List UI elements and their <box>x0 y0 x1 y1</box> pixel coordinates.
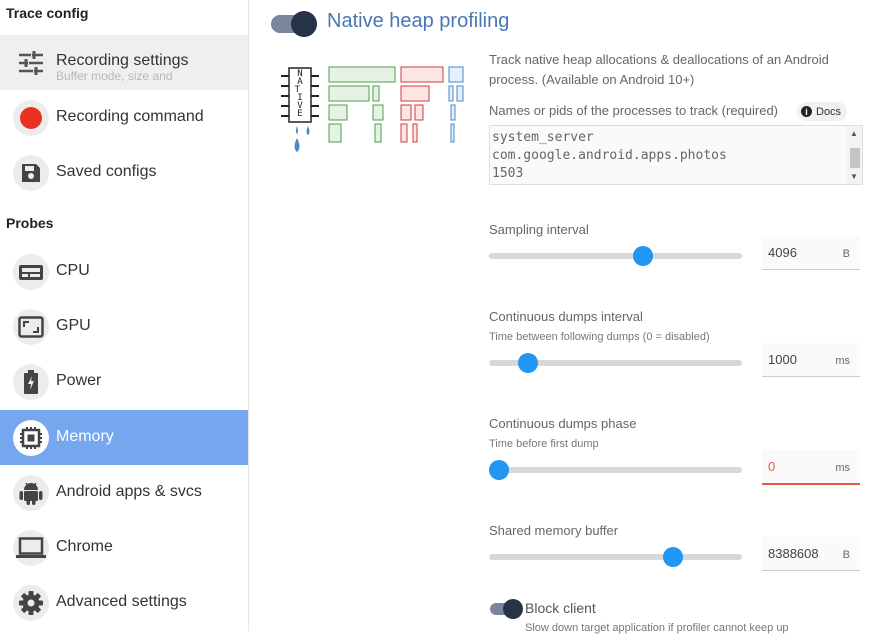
cpu-icon <box>13 254 49 290</box>
sidebar-item-label: Saved configs <box>56 163 157 180</box>
sidebar-item-label: Android apps & svcs <box>56 483 202 500</box>
sidebar-item-label: Chrome <box>56 538 113 555</box>
sidebar-item-label: Recording settings <box>56 52 189 69</box>
sampling-interval-input[interactable]: 4096 B <box>762 236 860 270</box>
sidebar-item-label: Advanced settings <box>56 593 187 610</box>
sidebar-item-saved-configs[interactable]: Saved configs <box>0 145 248 200</box>
block-client-label: Block client <box>525 600 596 616</box>
sidebar-item-memory[interactable]: Memory <box>0 410 248 465</box>
input-unit: ms <box>835 462 850 474</box>
docs-button[interactable]: i Docs <box>797 102 848 121</box>
sidebar-item-label: CPU <box>56 262 90 279</box>
sampling-interval-thumb[interactable] <box>633 246 653 266</box>
memory-icon <box>13 420 49 456</box>
shm-buffer-label: Shared memory buffer <box>489 523 619 538</box>
input-value: 1000 <box>768 352 797 367</box>
gear-icon <box>13 585 49 621</box>
sidebar-item-label: GPU <box>56 317 91 334</box>
save-icon <box>13 155 49 191</box>
process-line: system_server <box>492 130 594 145</box>
sidebar-item-advanced-settings[interactable]: Advanced settings <box>0 575 248 630</box>
sidebar: Trace config Recording settings Buffer m… <box>0 0 249 631</box>
input-value: 4096 <box>768 245 797 260</box>
sidebar-item-power[interactable]: Power <box>0 354 248 409</box>
block-client-toggle[interactable] <box>490 599 524 619</box>
sidebar-item-label: Memory <box>56 428 114 445</box>
input-unit: B <box>842 549 850 561</box>
dumps-phase-label: Continuous dumps phase <box>489 416 637 431</box>
info-icon: i <box>801 106 812 117</box>
dumps-phase-slider[interactable] <box>489 467 742 473</box>
probes-title: Probes <box>6 215 54 231</box>
sidebar-item-recording-command[interactable]: Recording command <box>0 90 248 145</box>
scroll-up-icon[interactable]: ▲ <box>850 129 858 138</box>
sampling-interval-slider[interactable] <box>489 253 742 259</box>
sidebar-item-label: Power <box>56 372 102 389</box>
process-line: com.google.android.apps.photos <box>492 148 727 163</box>
docs-label: Docs <box>816 105 842 118</box>
textarea-scrollbar[interactable]: ▲ ▼ <box>846 126 862 184</box>
dumps-interval-input[interactable]: 1000 ms <box>762 343 860 377</box>
section-title: Native heap profiling <box>327 10 510 32</box>
android-icon <box>13 475 49 511</box>
input-value: 8388608 <box>768 546 819 561</box>
battery-icon <box>13 364 49 400</box>
shm-buffer-thumb[interactable] <box>663 547 683 567</box>
native-heap-illustration: NAT IVE <box>281 66 464 152</box>
dumps-phase-thumb[interactable] <box>489 460 509 480</box>
tune-icon <box>13 45 49 81</box>
shm-buffer-slider[interactable] <box>489 554 742 560</box>
dumps-interval-hint: Time between following dumps (0 = disabl… <box>489 331 710 343</box>
description: Track native heap allocations & dealloca… <box>489 52 829 87</box>
sidebar-item-gpu[interactable]: GPU <box>0 299 248 354</box>
sampling-interval-label: Sampling interval <box>489 222 589 237</box>
main-panel: Native heap profiling N A T I V E Track … <box>249 0 886 634</box>
input-value: 0 <box>768 459 776 474</box>
dumps-interval-thumb[interactable] <box>518 353 538 373</box>
sidebar-item-label: Recording command <box>56 108 204 125</box>
gpu-icon <box>13 309 49 345</box>
record-icon <box>13 100 49 136</box>
dumps-phase-hint: Time before first dump <box>489 438 599 450</box>
scroll-down-icon[interactable]: ▼ <box>850 172 858 181</box>
input-unit: ms <box>835 355 850 367</box>
dumps-interval-label: Continuous dumps interval <box>489 309 643 324</box>
input-unit: B <box>842 248 850 260</box>
process-line: 1503 <box>492 166 524 181</box>
native-heap-toggle[interactable] <box>271 11 321 37</box>
sidebar-item-cpu[interactable]: CPU <box>0 244 248 299</box>
process-label: Names or pids of the processes to track … <box>489 103 779 118</box>
sidebar-item-recording-settings[interactable]: Recording settings Buffer mode, size and… <box>0 35 248 90</box>
laptop-icon <box>13 530 49 566</box>
sidebar-item-sublabel: Buffer mode, size and duration <box>56 70 173 84</box>
shm-buffer-input[interactable]: 8388608 B <box>762 537 860 571</box>
sidebar-item-android-apps[interactable]: Android apps & svcs <box>0 465 248 520</box>
block-client-hint: Slow down target application if profiler… <box>525 622 789 634</box>
process-textarea[interactable]: system_server com.google.android.apps.ph… <box>489 125 863 185</box>
sidebar-item-chrome[interactable]: Chrome <box>0 520 248 575</box>
dumps-phase-input[interactable]: 0 ms <box>762 450 860 485</box>
trace-config-title: Trace config <box>6 5 89 21</box>
